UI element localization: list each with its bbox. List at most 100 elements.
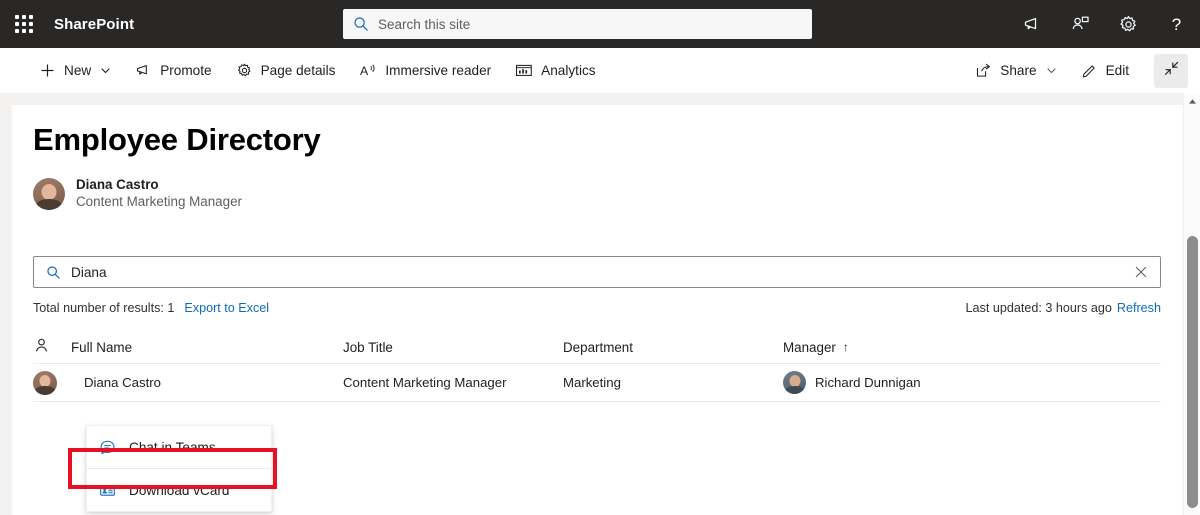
- results-count-text: Total number of results: 1: [33, 301, 175, 315]
- page-author: Diana Castro Content Marketing Manager: [33, 177, 1183, 211]
- waffle-icon: [15, 15, 33, 33]
- analytics-button[interactable]: Analytics: [506, 53, 604, 89]
- immersive-reader-icon: A: [359, 62, 377, 79]
- analytics-button-label: Analytics: [541, 63, 596, 78]
- avatar-body: [785, 386, 804, 394]
- menu-item-chat-in-teams-label: Chat in Teams: [129, 439, 216, 455]
- search-icon: [46, 265, 61, 280]
- megaphone-icon[interactable]: [1008, 0, 1056, 48]
- immersive-reader-button-label: Immersive reader: [385, 63, 492, 78]
- pencil-icon: [1081, 62, 1098, 79]
- megaphone-icon: [135, 62, 152, 79]
- scrollbar-thumb[interactable]: [1187, 236, 1198, 508]
- column-header-person-icon[interactable]: [33, 337, 71, 357]
- column-header-full-name[interactable]: Full Name: [71, 340, 343, 355]
- promote-button-label: Promote: [160, 63, 212, 78]
- refresh-link[interactable]: Refresh: [1117, 301, 1161, 315]
- column-header-job-title[interactable]: Job Title: [343, 340, 563, 355]
- new-button[interactable]: New: [30, 53, 120, 89]
- avatar[interactable]: [783, 371, 806, 394]
- avatar-body: [35, 385, 55, 395]
- export-to-excel-link[interactable]: Export to Excel: [184, 301, 269, 315]
- menu-item-chat-in-teams[interactable]: Chat in Teams: [87, 430, 271, 464]
- svg-text:?: ?: [1171, 15, 1180, 34]
- analytics-icon: [515, 62, 533, 79]
- gear-icon[interactable]: [1104, 0, 1152, 48]
- site-search-box[interactable]: [343, 9, 812, 39]
- avatar: [33, 178, 65, 210]
- page-author-role: Content Marketing Manager: [76, 194, 242, 209]
- edit-button-label: Edit: [1105, 63, 1129, 78]
- command-bar-right: Share Edit: [966, 48, 1188, 93]
- command-bar: New Promote Page details A Immersive rea…: [0, 48, 1200, 93]
- column-header-department[interactable]: Department: [563, 340, 783, 355]
- edit-button[interactable]: Edit: [1072, 53, 1138, 89]
- collapse-arrows-button[interactable]: [1154, 53, 1188, 88]
- sharepoint-brand[interactable]: SharePoint: [54, 16, 134, 33]
- row-name-cell[interactable]: Diana Castro: [71, 375, 343, 390]
- page-canvas: Employee Directory Diana Castro Content …: [12, 105, 1183, 515]
- table-header-row: Full Name Job Title Department Manager ↑: [33, 331, 1161, 364]
- avatar-face: [41, 183, 57, 200]
- row-department-cell: Marketing: [563, 375, 621, 390]
- avatar[interactable]: [33, 370, 57, 395]
- page-canvas-area: Employee Directory Diana Castro Content …: [0, 93, 1200, 515]
- sort-ascending-icon: ↑: [842, 340, 849, 354]
- page-title: Employee Directory: [33, 122, 321, 157]
- page-author-name: Diana Castro: [76, 177, 159, 192]
- results-meta-right: Last updated: 3 hours ago Refresh: [966, 301, 1161, 315]
- teams-chat-icon: [99, 439, 119, 456]
- suite-bar-actions: ?: [1008, 0, 1200, 48]
- employee-directory-webpart: Total number of results: 1 Export to Exc…: [33, 256, 1183, 402]
- last-updated-text: Last updated: 3 hours ago: [965, 301, 1112, 315]
- search-icon: [353, 16, 369, 32]
- promote-button[interactable]: Promote: [126, 53, 220, 89]
- people-chat-icon[interactable]: [1056, 0, 1104, 48]
- menu-divider: [87, 468, 271, 469]
- clear-icon[interactable]: [1130, 261, 1152, 283]
- page-author-text: Diana Castro Content Marketing Manager: [76, 177, 242, 211]
- column-header-manager-label: Manager: [783, 339, 836, 355]
- share-button[interactable]: Share: [966, 53, 1065, 89]
- page-details-button-label: Page details: [260, 63, 336, 78]
- directory-search-input[interactable]: [71, 264, 1130, 280]
- scroll-up-arrow-icon[interactable]: [1184, 93, 1200, 110]
- page-details-button[interactable]: Page details: [227, 53, 345, 89]
- person-icon: [33, 337, 50, 357]
- row-job-cell: Content Marketing Manager: [343, 375, 507, 390]
- results-meta-row: Total number of results: 1 Export to Exc…: [33, 301, 1161, 315]
- collapse-arrows-icon: [1163, 60, 1180, 82]
- row-manager-cell[interactable]: Richard Dunnigan: [783, 371, 1033, 394]
- row-avatar-cell[interactable]: [33, 370, 71, 395]
- row-name-text: Diana Castro: [84, 375, 161, 390]
- menu-item-download-vcard[interactable]: Download vCard: [87, 473, 271, 507]
- table-row[interactable]: Diana Castro Content Marketing Manager M…: [33, 364, 1161, 402]
- app-launcher-button[interactable]: [0, 0, 48, 48]
- share-icon: [975, 62, 992, 79]
- plus-icon: [39, 62, 56, 79]
- new-button-label: New: [64, 63, 92, 78]
- svg-text:A: A: [360, 64, 369, 78]
- gear-icon: [236, 62, 253, 79]
- suite-bar: SharePoint Search this site ?: [0, 0, 1200, 48]
- directory-search-box[interactable]: [33, 256, 1161, 288]
- row-manager-text: Richard Dunnigan: [815, 375, 921, 390]
- menu-item-download-vcard-label: Download vCard: [129, 482, 230, 498]
- column-header-manager[interactable]: Manager ↑: [783, 340, 1033, 355]
- contact-card-icon: [99, 482, 119, 499]
- column-header-full-name-label: Full Name: [71, 339, 133, 355]
- chevron-down-icon: [100, 65, 111, 76]
- avatar-face: [789, 375, 800, 388]
- results-meta-left: Total number of results: 1 Export to Exc…: [33, 301, 269, 315]
- employee-table: Full Name Job Title Department Manager ↑: [33, 331, 1161, 402]
- site-search-input[interactable]: [378, 16, 802, 32]
- chevron-down-icon: [1046, 65, 1057, 76]
- column-header-department-label: Department: [563, 339, 633, 355]
- help-icon[interactable]: ?: [1152, 0, 1200, 48]
- person-context-menu: Chat in Teams Download vCard: [86, 425, 272, 512]
- avatar-body: [36, 198, 62, 210]
- share-button-label: Share: [1000, 63, 1037, 78]
- column-header-job-title-label: Job Title: [343, 339, 393, 355]
- vertical-scrollbar[interactable]: [1183, 93, 1200, 515]
- immersive-reader-button[interactable]: A Immersive reader: [350, 53, 500, 89]
